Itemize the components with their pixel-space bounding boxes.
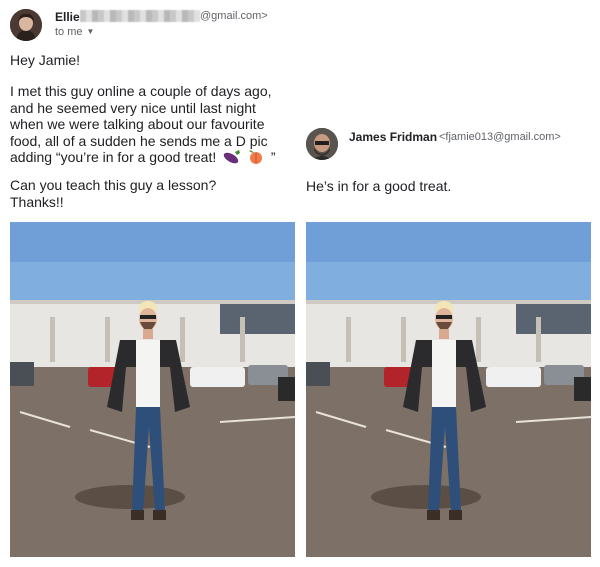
email-body-line: adding “you’re in for a good treat!: [10, 149, 217, 165]
recipient-label: to me: [55, 26, 83, 38]
original-email: Ellie @gmail.com> to me ▼ Hey Jamie! I me…: [0, 0, 300, 567]
reply-avatar[interactable]: [306, 128, 338, 160]
email-body-line: food, all of a sudden he sends me a D pi…: [10, 132, 268, 149]
redacted-email: [80, 10, 200, 22]
email-body-line: and he seemed very nice until last night: [10, 99, 256, 116]
reply-text: He’s in for a good treat.: [306, 178, 452, 194]
original-photo: [10, 222, 295, 557]
sender-avatar[interactable]: [10, 9, 42, 41]
reply-sender-name[interactable]: James Fridman: [349, 130, 437, 144]
reply-email: James Fridman <fjamie013@gmail.com> He’s…: [300, 0, 600, 567]
email-body-line: when we were talking about our favourite: [10, 116, 265, 132]
peach-emoji-icon: [248, 149, 264, 168]
reply-sender-email[interactable]: <fjamie013@gmail.com>: [439, 131, 561, 143]
email-body-line: I met this guy online a couple of days a…: [10, 83, 272, 99]
email-closing-line: Thanks!!: [10, 193, 64, 210]
email-closing: Can you teach this guy a lesson? Thanks!…: [10, 177, 216, 210]
sender-name[interactable]: Ellie: [55, 10, 80, 24]
email-closing-line: Can you teach this guy a lesson?: [10, 177, 217, 193]
email-body-line-with-emoji: adding “you’re in for a good treat! ”: [10, 149, 295, 168]
recipient-line[interactable]: to me ▼: [55, 26, 94, 38]
chevron-down-icon[interactable]: ▼: [87, 27, 95, 36]
eggplant-emoji-icon: [223, 150, 241, 168]
email-body-quote-end: ”: [270, 149, 276, 165]
edited-photo: [306, 222, 591, 557]
sender-email[interactable]: @gmail.com>: [200, 10, 268, 22]
email-greeting: Hey Jamie!: [10, 52, 81, 68]
email-body: I met this guy online a couple of days a…: [10, 83, 295, 168]
